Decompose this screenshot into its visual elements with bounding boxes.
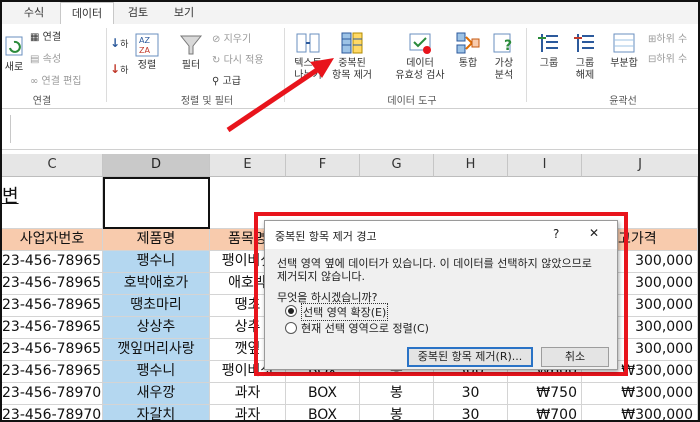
- close-icon[interactable]: ✕: [589, 226, 599, 240]
- cell-c[interactable]: 23-456-78965: [2, 361, 103, 383]
- dialog-titlebar: 중복된 항목 제거 경고 ? ✕: [265, 221, 617, 249]
- column-header-f[interactable]: F: [286, 154, 360, 177]
- cell-g[interactable]: 봉: [360, 405, 434, 420]
- cell-h[interactable]: 30: [434, 405, 508, 420]
- column-header-c[interactable]: C: [2, 154, 103, 177]
- cell-d[interactable]: 팽수니: [103, 361, 210, 383]
- current-selection-label[interactable]: 현재 선택 영역으로 정렬(C): [301, 320, 429, 336]
- cell-j[interactable]: ₩300,000: [582, 405, 698, 420]
- header-cell-c[interactable]: 사업자번호: [2, 229, 103, 251]
- cell-e[interactable]: 과자: [210, 383, 286, 405]
- cell-e[interactable]: 과자: [210, 405, 286, 420]
- cell-c[interactable]: 23-456-78965: [2, 339, 103, 361]
- dialog-message-line2: 제거되지 않습니다.: [277, 270, 365, 283]
- column-header-d[interactable]: D: [103, 154, 210, 177]
- cell-d[interactable]: 땡초마리: [103, 295, 210, 317]
- title-cell[interactable]: 변: [2, 177, 103, 229]
- column-header-h[interactable]: H: [434, 154, 508, 177]
- cell-c[interactable]: 23-456-78965: [2, 295, 103, 317]
- header-cell-d[interactable]: 제품명: [103, 229, 210, 251]
- cell-i[interactable]: ₩750: [508, 383, 582, 405]
- cell-d[interactable]: 호박애호가: [103, 273, 210, 295]
- cell-h[interactable]: 30: [434, 383, 508, 405]
- dialog-title: 중복된 항목 제거 경고: [275, 230, 377, 243]
- cell-d[interactable]: 깻잎머리사랑: [103, 339, 210, 361]
- cell-c[interactable]: 23-456-78970: [2, 405, 103, 420]
- cell-f[interactable]: BOX: [286, 405, 360, 420]
- cancel-button[interactable]: 취소: [541, 347, 609, 367]
- cell-d[interactable]: 팽수니: [103, 251, 210, 273]
- excel-window: 수식 데이터 검토 보기 새로 ▦ 연결 ▤ 속성 ∞ 연결 편집 연결 ↓하 …: [0, 0, 700, 422]
- column-header-j[interactable]: J: [582, 154, 698, 177]
- column-header-g[interactable]: G: [360, 154, 434, 177]
- expand-selection-label[interactable]: 선택 영역 확장(E): [301, 303, 389, 321]
- cell-i[interactable]: ₩700: [508, 405, 582, 420]
- expand-selection-radio[interactable]: [285, 305, 297, 317]
- column-header-e[interactable]: E: [210, 154, 286, 177]
- cell-c[interactable]: 23-456-78965: [2, 273, 103, 295]
- column-header-i[interactable]: I: [508, 154, 582, 177]
- cell-d[interactable]: 상상추: [103, 317, 210, 339]
- cell-d[interactable]: 자갈치: [103, 405, 210, 420]
- current-selection-radio[interactable]: [285, 322, 297, 334]
- cell-c[interactable]: 23-456-78965: [2, 317, 103, 339]
- cell-d[interactable]: 새우깡: [103, 383, 210, 405]
- remove-duplicates-button[interactable]: 중복된 항목 제거(R)...: [407, 347, 533, 367]
- active-cell[interactable]: [103, 177, 210, 229]
- cell-c[interactable]: 23-456-78970: [2, 383, 103, 405]
- cell-j[interactable]: ₩300,000: [582, 383, 698, 405]
- cell-f[interactable]: BOX: [286, 383, 360, 405]
- remove-duplicates-warning-dialog: 중복된 항목 제거 경고 ? ✕ 선택 영역 옆에 데이터가 있습니다. 이 데…: [264, 220, 618, 370]
- cell-g[interactable]: 봉: [360, 383, 434, 405]
- help-icon[interactable]: ?: [553, 227, 559, 241]
- cell-c[interactable]: 23-456-78965: [2, 251, 103, 273]
